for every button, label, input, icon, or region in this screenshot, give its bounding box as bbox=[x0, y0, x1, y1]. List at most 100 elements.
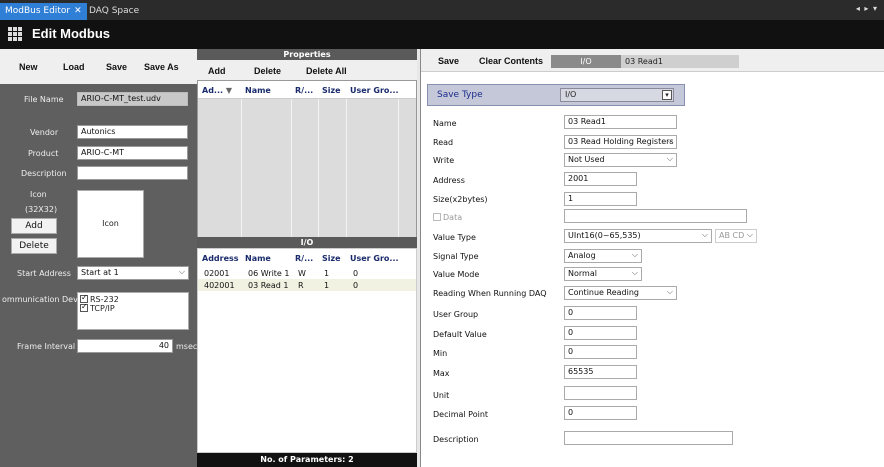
column-address[interactable]: Address bbox=[202, 254, 239, 263]
chevron-down-icon: ▾ bbox=[662, 90, 672, 100]
load-button[interactable]: Load bbox=[63, 62, 85, 72]
name-label: Name bbox=[433, 119, 457, 128]
description-label: Description bbox=[21, 169, 67, 178]
sort-down-icon: ▼ bbox=[225, 86, 232, 95]
file-toolbar: New Load Save Save As bbox=[0, 49, 197, 84]
chevron-down-icon: ⌵ bbox=[666, 136, 673, 145]
user-group-label: User Group bbox=[433, 310, 479, 319]
delete-button[interactable]: Delete bbox=[254, 66, 281, 76]
icon-preview[interactable]: Icon bbox=[77, 190, 144, 258]
add-icon-button[interactable]: Add bbox=[11, 218, 57, 234]
product-field[interactable]: ARIO-C-MT bbox=[77, 146, 188, 160]
rs232-option[interactable]: RS-232 bbox=[80, 293, 186, 304]
column-rw[interactable]: R/... bbox=[295, 254, 313, 263]
tab-label: DAQ Space bbox=[89, 6, 140, 16]
min-label: Min bbox=[433, 349, 448, 358]
column-name[interactable]: Name bbox=[245, 86, 271, 95]
chevron-down-icon: ⌵ bbox=[701, 230, 708, 239]
io-tab[interactable]: I/O bbox=[551, 55, 621, 68]
address-label: Address bbox=[433, 176, 465, 185]
signal-type-label: Signal Type bbox=[433, 252, 479, 261]
save-button[interactable]: Save bbox=[438, 56, 459, 66]
address-field[interactable]: 2001 bbox=[564, 172, 637, 186]
vendor-label: Vendor bbox=[30, 128, 59, 137]
table-row[interactable]: 02001 06 Write 1 W 1 0 bbox=[198, 267, 416, 279]
name-field[interactable]: 03 Read1 bbox=[564, 115, 677, 129]
column-address[interactable]: Ad... ▼ bbox=[202, 86, 232, 95]
save-as-button[interactable]: Save As bbox=[144, 62, 179, 72]
column-size[interactable]: Size bbox=[322, 86, 341, 95]
tab-menu-icon[interactable]: ◂ ▸ ▾ bbox=[856, 4, 878, 13]
icon-size-label: (32X32) bbox=[25, 205, 58, 214]
save-type-row: Save Type I/O ▾ bbox=[427, 84, 685, 106]
checkbox-checked[interactable] bbox=[80, 302, 88, 312]
column-rw[interactable]: R/... bbox=[295, 86, 313, 95]
save-button[interactable]: Save bbox=[106, 62, 127, 72]
max-field[interactable]: 65535 bbox=[564, 365, 637, 379]
frame-interval-label: Frame Interval bbox=[17, 342, 76, 351]
write-label: Write bbox=[433, 156, 455, 165]
delete-icon-button[interactable]: Delete bbox=[11, 238, 57, 254]
description-label: Description bbox=[433, 435, 479, 444]
title-bar: Edit Modbus bbox=[0, 20, 884, 49]
write-select[interactable]: Not Used ⌵ bbox=[564, 153, 677, 167]
new-button[interactable]: New bbox=[19, 62, 38, 72]
current-item-tab[interactable]: 03 Read1 bbox=[621, 55, 739, 68]
frame-interval-field[interactable]: 40 bbox=[77, 339, 173, 353]
default-value-field[interactable]: 0 bbox=[564, 326, 637, 340]
column-name[interactable]: Name bbox=[245, 254, 271, 263]
value-mode-select[interactable]: Normal ⌵ bbox=[564, 267, 642, 281]
size-field[interactable]: 1 bbox=[564, 192, 637, 206]
close-icon[interactable]: ✕ bbox=[74, 6, 82, 16]
decimal-point-field[interactable]: 0 bbox=[564, 406, 637, 420]
page-title: Edit Modbus bbox=[32, 26, 110, 41]
grid-icon bbox=[8, 27, 22, 41]
chevron-down-icon: ⌵ bbox=[631, 268, 638, 277]
parameter-count: No. of Parameters: 2 bbox=[197, 453, 417, 467]
file-name-label: File Name bbox=[24, 95, 64, 104]
icon-label: Icon bbox=[30, 190, 47, 199]
tcpip-option[interactable]: TCP/IP bbox=[80, 302, 186, 313]
frame-interval-unit: msec bbox=[176, 342, 198, 351]
value-type-select[interactable]: UInt16(0~65,535) ⌵ bbox=[564, 229, 712, 243]
read-select[interactable]: 03 Read Holding Registers ⌵ bbox=[564, 135, 677, 149]
checkbox-unchecked[interactable] bbox=[433, 213, 441, 221]
vendor-field[interactable]: Autonics bbox=[77, 125, 188, 139]
save-type-select[interactable]: I/O ▾ bbox=[560, 88, 674, 102]
tab-daq-space[interactable]: DAQ Space bbox=[84, 3, 144, 20]
file-name-field: ARIO-C-MT_test.udv bbox=[77, 92, 188, 106]
column-user-group[interactable]: User Gro... bbox=[350, 254, 399, 263]
chevron-down-icon: ⌵ bbox=[666, 287, 673, 296]
editor-toolbar: Save Clear Contents I/O 03 Read1 bbox=[421, 49, 884, 72]
user-group-field[interactable]: 0 bbox=[564, 306, 637, 320]
max-label: Max bbox=[433, 369, 450, 378]
column-user-group[interactable]: User Gro... bbox=[350, 86, 399, 95]
signal-type-select[interactable]: Analog ⌵ bbox=[564, 249, 642, 263]
delete-all-button[interactable]: Delete All bbox=[306, 66, 347, 76]
unit-field[interactable] bbox=[564, 386, 637, 400]
io-header: I/O bbox=[197, 237, 417, 248]
add-button[interactable]: Add bbox=[208, 66, 226, 76]
tab-bar: ModBus Editor ✕ DAQ Space ◂ ▸ ▾ bbox=[0, 0, 884, 20]
value-mode-label: Value Mode bbox=[433, 270, 480, 279]
description-field[interactable] bbox=[564, 431, 733, 445]
parameter-editor: Save Clear Contents I/O 03 Read1 Save Ty… bbox=[420, 49, 884, 467]
table-row-selected[interactable]: 402001 03 Read 1 R 1 0 bbox=[198, 279, 416, 291]
min-field[interactable]: 0 bbox=[564, 345, 637, 359]
byte-order-select[interactable]: AB CD ⌵ bbox=[715, 229, 757, 243]
communication-device-label: ommunication Devi bbox=[2, 295, 81, 304]
start-address-label: Start Address bbox=[17, 269, 71, 278]
description-field[interactable] bbox=[77, 166, 188, 180]
tab-modbus-editor[interactable]: ModBus Editor ✕ bbox=[0, 3, 87, 20]
clear-contents-button[interactable]: Clear Contents bbox=[479, 56, 543, 66]
product-label: Product bbox=[28, 149, 59, 158]
unit-label: Unit bbox=[433, 391, 450, 400]
reading-select[interactable]: Continue Reading ⌵ bbox=[564, 286, 677, 300]
device-panel: New Load Save Save As File Name ARIO-C-M… bbox=[0, 49, 197, 467]
data-field[interactable] bbox=[564, 209, 747, 223]
tab-label: ModBus Editor bbox=[5, 6, 71, 16]
start-address-select[interactable]: Start at 1 ⌵ bbox=[77, 266, 189, 280]
chevron-down-icon: ⌵ bbox=[746, 230, 753, 239]
data-checkbox[interactable]: Data bbox=[433, 213, 462, 222]
column-size[interactable]: Size bbox=[322, 254, 341, 263]
